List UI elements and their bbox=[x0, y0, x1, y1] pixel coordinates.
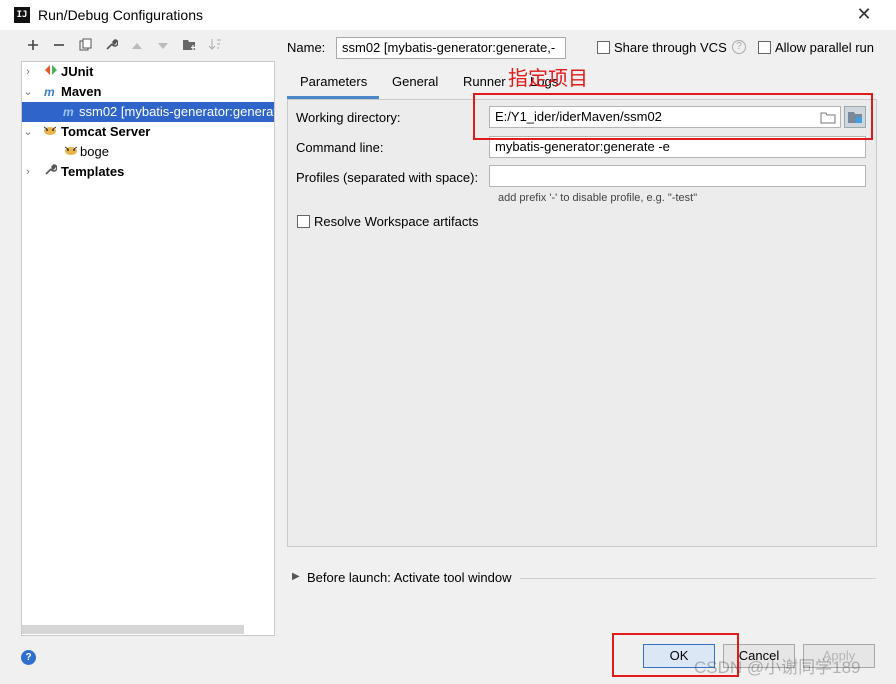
tree-item-junit[interactable]: › JUnit bbox=[22, 62, 274, 82]
tomcat-icon bbox=[42, 122, 58, 142]
tab-general[interactable]: General bbox=[392, 75, 438, 99]
window-title: Run/Debug Configurations bbox=[38, 7, 203, 23]
profiles-label: Profiles (separated with space): bbox=[296, 170, 479, 185]
help-icon[interactable]: ? bbox=[21, 650, 36, 665]
tree-label: ssm02 [mybatis-generator:generate bbox=[79, 104, 274, 119]
move-down-icon[interactable] bbox=[154, 38, 172, 56]
tree-label: Templates bbox=[61, 164, 125, 179]
wrench-icon[interactable] bbox=[102, 38, 120, 56]
sort-icon[interactable] bbox=[206, 38, 224, 56]
intellij-logo-icon: IJ bbox=[14, 7, 30, 23]
resolve-workspace-checkbox[interactable] bbox=[297, 215, 310, 228]
allow-parallel-checkbox[interactable] bbox=[758, 41, 771, 54]
maven-icon: m bbox=[44, 85, 55, 99]
share-vcs-checkbox[interactable] bbox=[597, 41, 610, 54]
junit-icon bbox=[44, 62, 58, 82]
expand-arrow-icon[interactable]: ▶ bbox=[292, 571, 300, 582]
copy-icon[interactable] bbox=[76, 38, 94, 56]
tree-item-maven-ssm02[interactable]: m ssm02 [mybatis-generator:generate bbox=[22, 102, 274, 122]
tree-label: JUnit bbox=[61, 64, 94, 79]
remove-icon[interactable] bbox=[50, 38, 68, 56]
resolve-workspace-label: Resolve Workspace artifacts bbox=[314, 214, 479, 229]
allow-parallel-label: Allow parallel run bbox=[775, 40, 874, 55]
horizontal-scrollbar[interactable] bbox=[22, 625, 244, 634]
tree-item-templates[interactable]: › Templates bbox=[22, 162, 274, 182]
tree-label: Maven bbox=[61, 84, 102, 99]
annotation-box-working-directory bbox=[473, 93, 873, 140]
profiles-input[interactable] bbox=[489, 165, 866, 187]
tree-item-tomcat-boge[interactable]: boge bbox=[22, 142, 274, 162]
before-launch-label[interactable]: Before launch: Activate tool window bbox=[307, 570, 512, 585]
tab-parameters[interactable]: Parameters bbox=[287, 75, 379, 99]
new-folder-icon[interactable] bbox=[180, 38, 198, 56]
close-icon[interactable]: ✕ bbox=[852, 3, 876, 27]
annotation-text: 指定项目 bbox=[508, 66, 588, 90]
separator bbox=[520, 578, 876, 579]
configurations-tree[interactable]: › JUnit ⌄ m Maven m ssm02 [mybatis-gener… bbox=[21, 61, 275, 636]
watermark: CSDN @小谢同学189 bbox=[694, 658, 861, 677]
command-line-label: Command line: bbox=[296, 140, 384, 155]
maven-icon: m bbox=[63, 105, 74, 119]
add-icon[interactable] bbox=[24, 38, 42, 56]
share-vcs-label: Share through VCS bbox=[614, 40, 727, 55]
move-up-icon[interactable] bbox=[128, 38, 146, 56]
tree-item-tomcat[interactable]: ⌄ Tomcat Server bbox=[22, 122, 274, 142]
tomcat-icon bbox=[63, 142, 79, 162]
working-directory-label: Working directory: bbox=[296, 110, 401, 125]
chevron-right-icon[interactable]: › bbox=[22, 162, 34, 182]
name-label: Name: bbox=[287, 40, 326, 55]
chevron-down-icon[interactable]: ⌄ bbox=[22, 82, 34, 102]
wrench-icon bbox=[44, 162, 58, 182]
tree-label: boge bbox=[80, 144, 109, 159]
chevron-right-icon[interactable]: › bbox=[22, 62, 34, 82]
name-input[interactable]: ssm02 [mybatis-generator:generate,- bbox=[336, 37, 566, 59]
help-icon[interactable]: ? bbox=[732, 40, 746, 54]
tree-label: Tomcat Server bbox=[61, 124, 151, 139]
tree-item-maven[interactable]: ⌄ m Maven bbox=[22, 82, 274, 102]
profiles-hint: add prefix '-' to disable profile, e.g. … bbox=[498, 192, 698, 204]
chevron-down-icon[interactable]: ⌄ bbox=[22, 122, 34, 142]
